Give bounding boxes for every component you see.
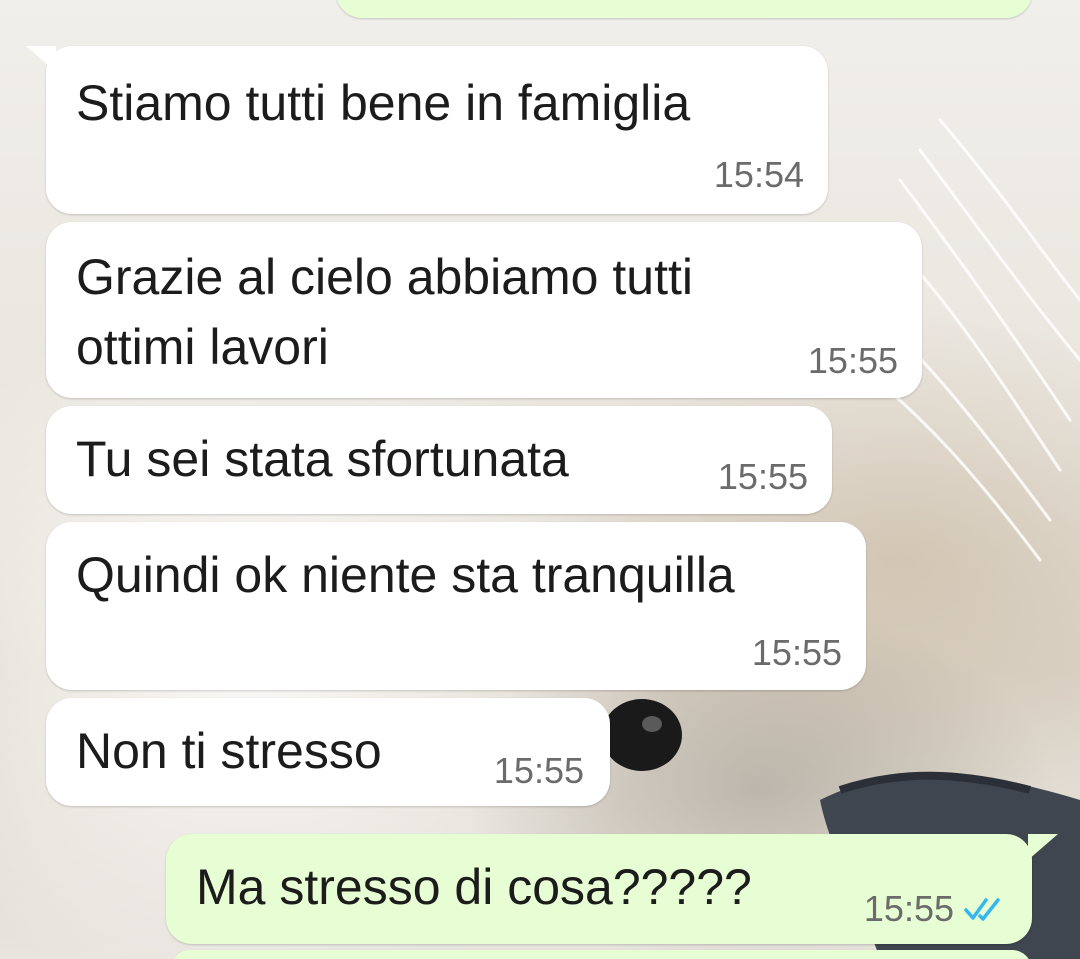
message-text: Grazie al cielo abbiamo tutti ottimi lav… (76, 249, 693, 375)
double-check-icon (964, 896, 1004, 922)
incoming-bubble-tail (26, 46, 56, 72)
message-time: 15:55 (493, 750, 584, 791)
message-text: Quindi ok niente sta tranquilla (76, 547, 735, 603)
incoming-message[interactable]: Tu sei stata sfortunata 15:55 (46, 406, 832, 514)
incoming-message[interactable]: Non ti stresso 15:55 (46, 698, 610, 806)
message-time: 15:55 (751, 632, 842, 673)
partial-outgoing-bubble (336, 0, 1032, 18)
incoming-message[interactable]: Grazie al cielo abbiamo tutti ottimi lav… (46, 222, 922, 398)
outgoing-bubble-tail (1028, 834, 1058, 860)
outgoing-message[interactable]: Ma stresso di cosa????? 15:55 (166, 834, 1032, 944)
incoming-message[interactable]: Stiamo tutti bene in famiglia 15:54 (46, 46, 828, 214)
message-text: Ma stresso di cosa????? (196, 859, 752, 915)
message-text: Stiamo tutti bene in famiglia (76, 75, 691, 131)
chat-background: Stiamo tutti bene in famiglia 15:54 Graz… (0, 0, 1080, 959)
message-text: Non ti stresso (76, 723, 382, 779)
message-time: 15:54 (713, 154, 804, 195)
incoming-message[interactable]: Quindi ok niente sta tranquilla 15:55 (46, 522, 866, 690)
message-time: 15:55 (863, 888, 954, 929)
message-time: 15:55 (807, 340, 898, 381)
partial-outgoing-bubble (170, 950, 1032, 959)
message-text: Tu sei stata sfortunata (76, 431, 569, 487)
message-time: 15:55 (717, 456, 808, 497)
